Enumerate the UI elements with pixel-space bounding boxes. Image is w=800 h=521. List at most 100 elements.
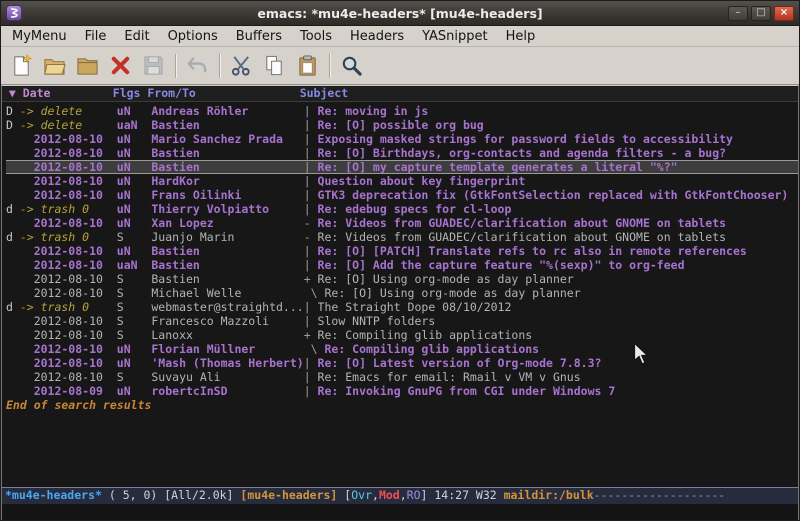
menu-item[interactable]: Help [497, 27, 545, 46]
echo-area[interactable] [1, 504, 799, 520]
date-cell: 2012-08-10 [20, 258, 117, 272]
menu-item[interactable]: Edit [115, 27, 158, 46]
dired-button[interactable] [71, 50, 104, 81]
subject-cell: Re: Emacs for email: Rmail v VM v Gnus [318, 370, 581, 384]
open-file-button[interactable] [38, 50, 71, 81]
message-row[interactable]: 2012-08-10 uN Mario Sanchez Prada | Expo… [6, 132, 798, 146]
subject-cell: Exposing masked strings for password fie… [318, 132, 733, 146]
flags-cell: uN [117, 188, 152, 202]
flags-cell: uN [117, 342, 152, 356]
mark-char [6, 272, 20, 286]
message-row[interactable]: 2012-08-10 S Lanoxx + Re: Compiling glib… [6, 328, 798, 342]
thread-char: | [304, 244, 318, 258]
new-file-button[interactable] [5, 50, 38, 81]
end-of-results: End of search results [6, 398, 798, 412]
flags-cell: S [117, 300, 152, 314]
maximize-button[interactable]: □ [751, 6, 771, 21]
modeline-dashes: ------------------- [594, 488, 726, 504]
date-cell: 2012-08-10 [20, 188, 117, 202]
menu-item[interactable]: MyMenu [3, 27, 76, 46]
kill-buffer-button[interactable] [104, 50, 137, 81]
flags-cell: S [117, 272, 152, 286]
mode-line[interactable]: *mu4e-headers* ( 5, 0) [All/2.0k] [mu4e-… [2, 487, 798, 504]
menu-item[interactable]: Tools [291, 27, 341, 46]
subject-cell: Re: [O] Using org-mode as day planner [324, 286, 580, 300]
from-cell: Thierry Volpiatto [151, 202, 303, 216]
menu-item[interactable]: Buffers [227, 27, 291, 46]
flags-cell: uN [117, 146, 152, 160]
message-row[interactable]: 2012-08-10 uN Bastien | Re: [O] my captu… [6, 160, 798, 174]
mark-char [6, 244, 20, 258]
subject-cell: Re: Videos from GUADEC/clarification abo… [318, 216, 727, 230]
from-cell: Florian Müllner [151, 342, 303, 356]
flags-cell: S [117, 314, 152, 328]
titlebar[interactable]: emacs: *mu4e-headers* [mu4e-headers] –□× [1, 1, 799, 26]
subject-cell: Re: Compiling glib applications [318, 328, 533, 342]
message-list-area: D -> delete uN Andreas Röhler | Re: movi… [2, 102, 798, 487]
minimize-button[interactable]: – [728, 6, 748, 21]
search-icon [340, 54, 363, 77]
message-row[interactable]: 2012-08-10 S Michael Welle \ Re: [O] Usi… [6, 286, 798, 300]
message-row[interactable]: d -> trash 0 uN Thierry Volpiatto | Re: … [6, 202, 798, 216]
menu-item[interactable]: Options [159, 27, 227, 46]
message-row[interactable]: D -> delete uN Andreas Röhler | Re: movi… [6, 104, 798, 118]
column-header-subject[interactable]: Subject [300, 86, 348, 101]
message-row[interactable]: 2012-08-10 uN Frans Oilinki | GTK3 depre… [6, 188, 798, 202]
menu-item[interactable]: YASnippet [413, 27, 497, 46]
mark-char [6, 216, 20, 230]
from-cell: Bastien [151, 118, 303, 132]
thread-char: + [304, 328, 318, 342]
subject-cell: The Straight Dope 08/10/2012 [318, 300, 512, 314]
message-row[interactable]: 2012-08-10 uaN Bastien | Re: [O] Add the… [6, 258, 798, 272]
paste-button[interactable] [291, 50, 324, 81]
mark-char: D [6, 118, 20, 132]
copy-button[interactable] [258, 50, 291, 81]
message-row[interactable]: 2012-08-10 uN Bastien | Re: [O] [PATCH] … [6, 244, 798, 258]
date-cell: 2012-08-10 [20, 356, 117, 370]
flags-cell: uaN [117, 118, 152, 132]
from-cell: robertcInSD [151, 384, 303, 398]
message-row[interactable]: 2012-08-10 S Bastien + Re: [O] Using org… [6, 272, 798, 286]
message-row[interactable]: 2012-08-10 S Francesco Mazzoli | Slow NN… [6, 314, 798, 328]
message-row[interactable]: 2012-08-09 uN robertcInSD | Re: Invoking… [6, 384, 798, 398]
mark-char [6, 258, 20, 272]
message-row[interactable]: D -> delete uaN Bastien | Re: [O] possib… [6, 118, 798, 132]
message-row[interactable]: 2012-08-10 uN Florian Müllner \ Re: Comp… [6, 342, 798, 356]
cut-button[interactable] [225, 50, 258, 81]
subject-cell: Re: [O] Latest version of Org-mode 7.8.3… [318, 356, 602, 370]
thread-char: | [304, 202, 318, 216]
date-cell: 2012-08-10 [20, 216, 117, 230]
message-row[interactable]: d -> trash 0 S Juanjo Marin - Re: Videos… [6, 230, 798, 244]
message-row[interactable]: 2012-08-10 uN HardKor | Question about k… [6, 174, 798, 188]
search-button[interactable] [335, 50, 368, 81]
date-cell: -> delete [20, 118, 117, 132]
message-row[interactable]: 2012-08-10 uN Bastien | Re: [O] Birthday… [6, 146, 798, 160]
message-row[interactable]: 2012-08-10 S Suvayu Ali | Re: Emacs for … [6, 370, 798, 384]
menu-item[interactable]: File [76, 27, 116, 46]
date-cell: 2012-08-10 [20, 132, 117, 146]
menu-item[interactable]: Headers [341, 27, 413, 46]
modeline-segment: , [372, 488, 379, 504]
undo-button[interactable] [181, 50, 214, 81]
subject-cell: Re: Compiling glib applications [324, 342, 539, 356]
thread-char: - [304, 230, 318, 244]
thread-char: | [304, 104, 318, 118]
close-button[interactable]: × [774, 6, 794, 21]
from-cell: Bastien [151, 160, 303, 174]
date-cell: 2012-08-10 [20, 160, 117, 174]
flags-cell: S [117, 328, 152, 342]
mark-char [6, 328, 20, 342]
column-header-from[interactable]: From/To [147, 86, 299, 101]
thread-char: | [304, 370, 318, 384]
column-header-date[interactable]: ▼ Date [9, 86, 113, 101]
window-controls: –□× [725, 6, 794, 21]
save-button[interactable] [137, 50, 170, 81]
from-cell: Bastien [151, 272, 303, 286]
message-row[interactable]: d -> trash 0 S webmaster@straightd... | … [6, 300, 798, 314]
column-header-flags[interactable]: Flgs [113, 86, 148, 101]
thread-char: \ [304, 342, 325, 356]
message-row[interactable]: 2012-08-10 uN Xan Lopez - Re: Videos fro… [6, 216, 798, 230]
message-row[interactable]: 2012-08-10 uN 'Mash (Thomas Herbert) | R… [6, 356, 798, 370]
window-title: emacs: *mu4e-headers* [mu4e-headers] [1, 6, 799, 21]
mark-char [6, 370, 20, 384]
